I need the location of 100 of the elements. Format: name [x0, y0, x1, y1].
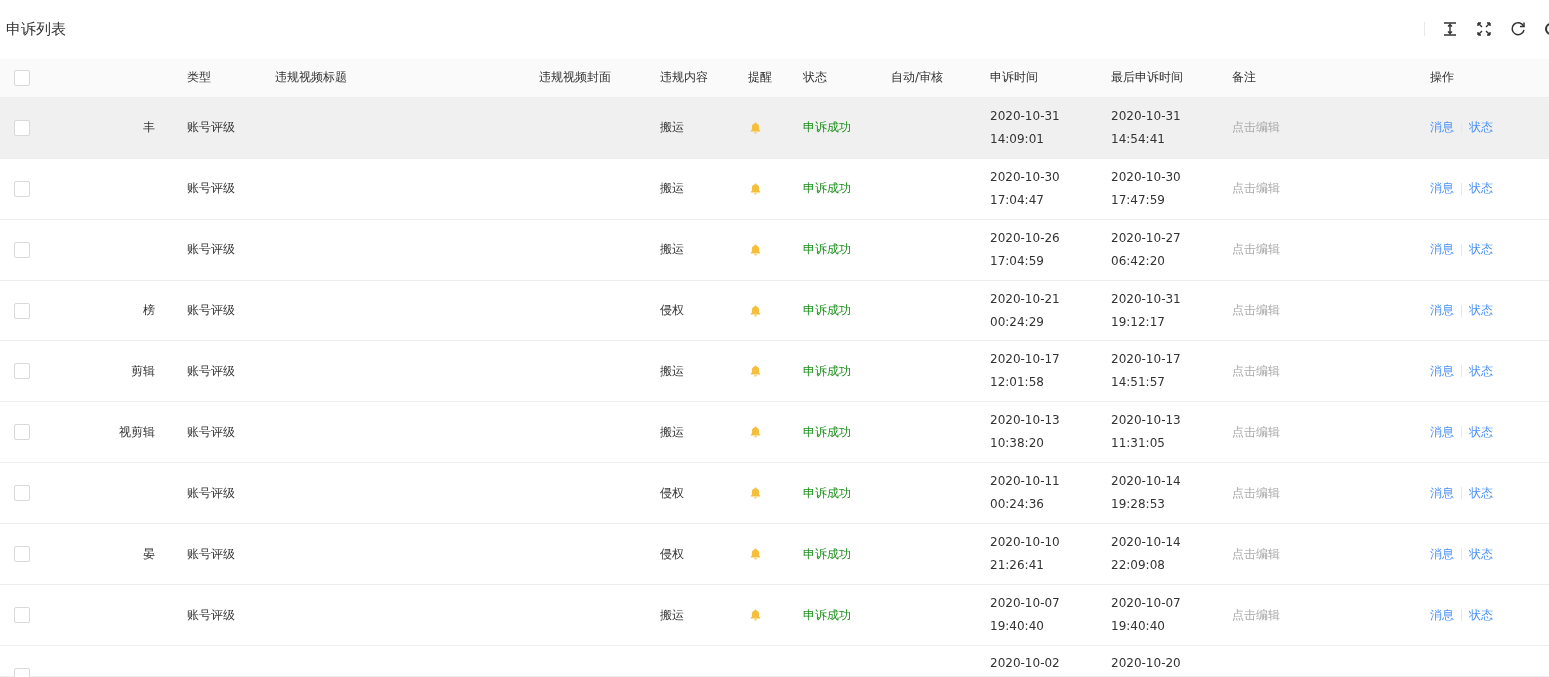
action-link[interactable]: 消息 — [1430, 484, 1454, 502]
table-cell-text: 19:40:40 — [990, 618, 1045, 636]
table-cell-text: 侵权 — [660, 302, 685, 319]
column-header: 违规内容 — [660, 69, 709, 87]
table-cell-text: 21:26:41 — [990, 557, 1045, 575]
table-cell-text: 2020-10-07 — [990, 595, 1061, 613]
status-text: 申诉成功 — [803, 119, 852, 137]
edit-remark-link[interactable]: 点击编辑 — [1232, 423, 1280, 441]
table-cell-text: 2020-10-13 — [1111, 412, 1182, 430]
table-cell-text: 剪辑 — [131, 362, 156, 380]
status-text: 申诉成功 — [803, 362, 852, 380]
action-link[interactable]: 消息 — [1430, 423, 1454, 441]
table-cell-text: 搬运 — [660, 606, 685, 624]
table-cell-text: 00:24:29 — [990, 313, 1045, 331]
action-link[interactable]: 消息 — [1430, 362, 1454, 380]
table-cell-text: 榜 — [143, 302, 156, 319]
table-cell-text: 账号评级 — [187, 302, 236, 319]
table-cell-text: 2020-10-02 — [990, 655, 1061, 672]
table-cell-text: 2020-10-26 — [990, 229, 1061, 247]
action-link[interactable]: 状态 — [1469, 423, 1493, 441]
table-cell-text: 19:40:40 — [1111, 618, 1166, 636]
table-cell-text: 2020-10-07 — [1111, 595, 1182, 613]
column-header: 类型 — [187, 69, 212, 87]
column-header: 备注 — [1232, 69, 1257, 87]
table-cell-text: 账号评级 — [187, 241, 236, 259]
action-link[interactable]: 状态 — [1469, 545, 1493, 563]
table-cell-text: 晏 — [143, 545, 156, 563]
table-cell-text: 2020-10-14 — [1111, 534, 1182, 552]
edit-remark-link[interactable]: 点击编辑 — [1232, 119, 1280, 137]
table-cell-text: 06:42:20 — [1111, 252, 1166, 270]
status-text: 申诉成功 — [803, 241, 852, 259]
status-text: 申诉成功 — [803, 606, 852, 624]
table-cell-text: 22:09:08 — [1111, 557, 1166, 575]
status-text: 申诉成功 — [803, 180, 852, 198]
table-cell-text: 12:01:58 — [990, 374, 1045, 392]
table-cell-text: 2020-10-10 — [990, 534, 1061, 552]
action-link[interactable]: 消息 — [1430, 119, 1454, 137]
action-link[interactable]: 消息 — [1430, 545, 1454, 563]
action-link[interactable]: 消息 — [1430, 302, 1454, 319]
table-cell-text: 2020-10-30 — [1111, 168, 1182, 186]
action-link[interactable]: 状态 — [1469, 362, 1493, 380]
table-cell-text: 侵权 — [660, 484, 685, 502]
edit-remark-link[interactable]: 点击编辑 — [1232, 362, 1280, 380]
table-cell-text: 17:47:59 — [1111, 191, 1166, 209]
table-cell-text: 2020-10-13 — [990, 412, 1061, 430]
table-cell-text: 搬运 — [660, 119, 685, 137]
edit-remark-link[interactable]: 点击编辑 — [1232, 484, 1280, 502]
table-cell-text: 搬运 — [660, 362, 685, 380]
column-header: 状态 — [803, 69, 828, 87]
table-cell-text: 搬运 — [660, 241, 685, 259]
table-cell-text: 14:51:57 — [1111, 374, 1166, 392]
table-cell-text: 2020-10-11 — [990, 473, 1061, 491]
action-link[interactable]: 状态 — [1469, 241, 1493, 259]
column-header: 最后申诉时间 — [1111, 69, 1184, 87]
table-cell-text: 账号评级 — [187, 180, 236, 198]
table-cell-text: 账号评级 — [187, 606, 236, 624]
table-cell-text: 2020-10-14 — [1111, 473, 1182, 491]
table-cell-text: 账号评级 — [187, 423, 236, 441]
table-cell-text: 账号评级 — [187, 362, 236, 380]
action-link[interactable]: 状态 — [1469, 606, 1493, 624]
status-text: 申诉成功 — [803, 302, 852, 319]
table-cell-text: 2020-10-17 — [1111, 351, 1182, 369]
table-cell-text: 账号评级 — [187, 545, 236, 563]
table-cell-text: 搬运 — [660, 180, 685, 198]
table-cell-text: 账号评级 — [187, 119, 236, 137]
table-cell-text: 11:31:05 — [1111, 435, 1166, 453]
action-link[interactable]: 消息 — [1430, 606, 1454, 624]
column-header: 自动/审核 — [891, 69, 945, 87]
page-title: 申诉列表 — [6, 19, 66, 39]
table-cell-text: 搬运 — [660, 423, 685, 441]
table-cell-text: 17:04:47 — [990, 191, 1045, 209]
edit-remark-link[interactable]: 点击编辑 — [1232, 545, 1280, 563]
action-link[interactable]: 状态 — [1469, 302, 1493, 319]
action-link[interactable]: 状态 — [1469, 119, 1493, 137]
edit-remark-link[interactable]: 点击编辑 — [1232, 302, 1280, 319]
table-cell-text: 侵权 — [660, 545, 685, 563]
table-cell-text: 14:54:41 — [1111, 130, 1166, 148]
action-link[interactable]: 消息 — [1430, 241, 1454, 259]
status-text: 申诉成功 — [803, 484, 852, 502]
status-text: 申诉成功 — [803, 423, 852, 441]
table-cell-text: 2020-10-31 — [990, 107, 1061, 125]
table-cell-text: 17:04:59 — [990, 252, 1045, 270]
table-cell-text: 14:09:01 — [990, 130, 1045, 148]
table-cell-text: 00:24:36 — [990, 496, 1045, 514]
edit-remark-link[interactable]: 点击编辑 — [1232, 606, 1280, 624]
table-cell-text: 2020-10-21 — [990, 290, 1061, 308]
edit-remark-link[interactable]: 点击编辑 — [1232, 241, 1280, 259]
action-link[interactable]: 消息 — [1430, 180, 1454, 198]
table-cell-text: 2020-10-30 — [990, 168, 1061, 186]
column-header: 提醒 — [748, 69, 773, 87]
action-link[interactable]: 状态 — [1469, 484, 1493, 502]
table-cell-text: 2020-10-31 — [1111, 290, 1182, 308]
table-cell-text: 视剪辑 — [119, 423, 156, 441]
action-link[interactable]: 状态 — [1469, 180, 1493, 198]
edit-remark-link[interactable]: 点击编辑 — [1232, 180, 1280, 198]
status-text: 申诉成功 — [803, 545, 852, 563]
table-cell-text: 2020-10-27 — [1111, 229, 1182, 247]
column-header: 操作 — [1430, 69, 1455, 87]
table-cell-text: 19:12:17 — [1111, 313, 1166, 331]
column-header: 申诉时间 — [990, 69, 1039, 87]
